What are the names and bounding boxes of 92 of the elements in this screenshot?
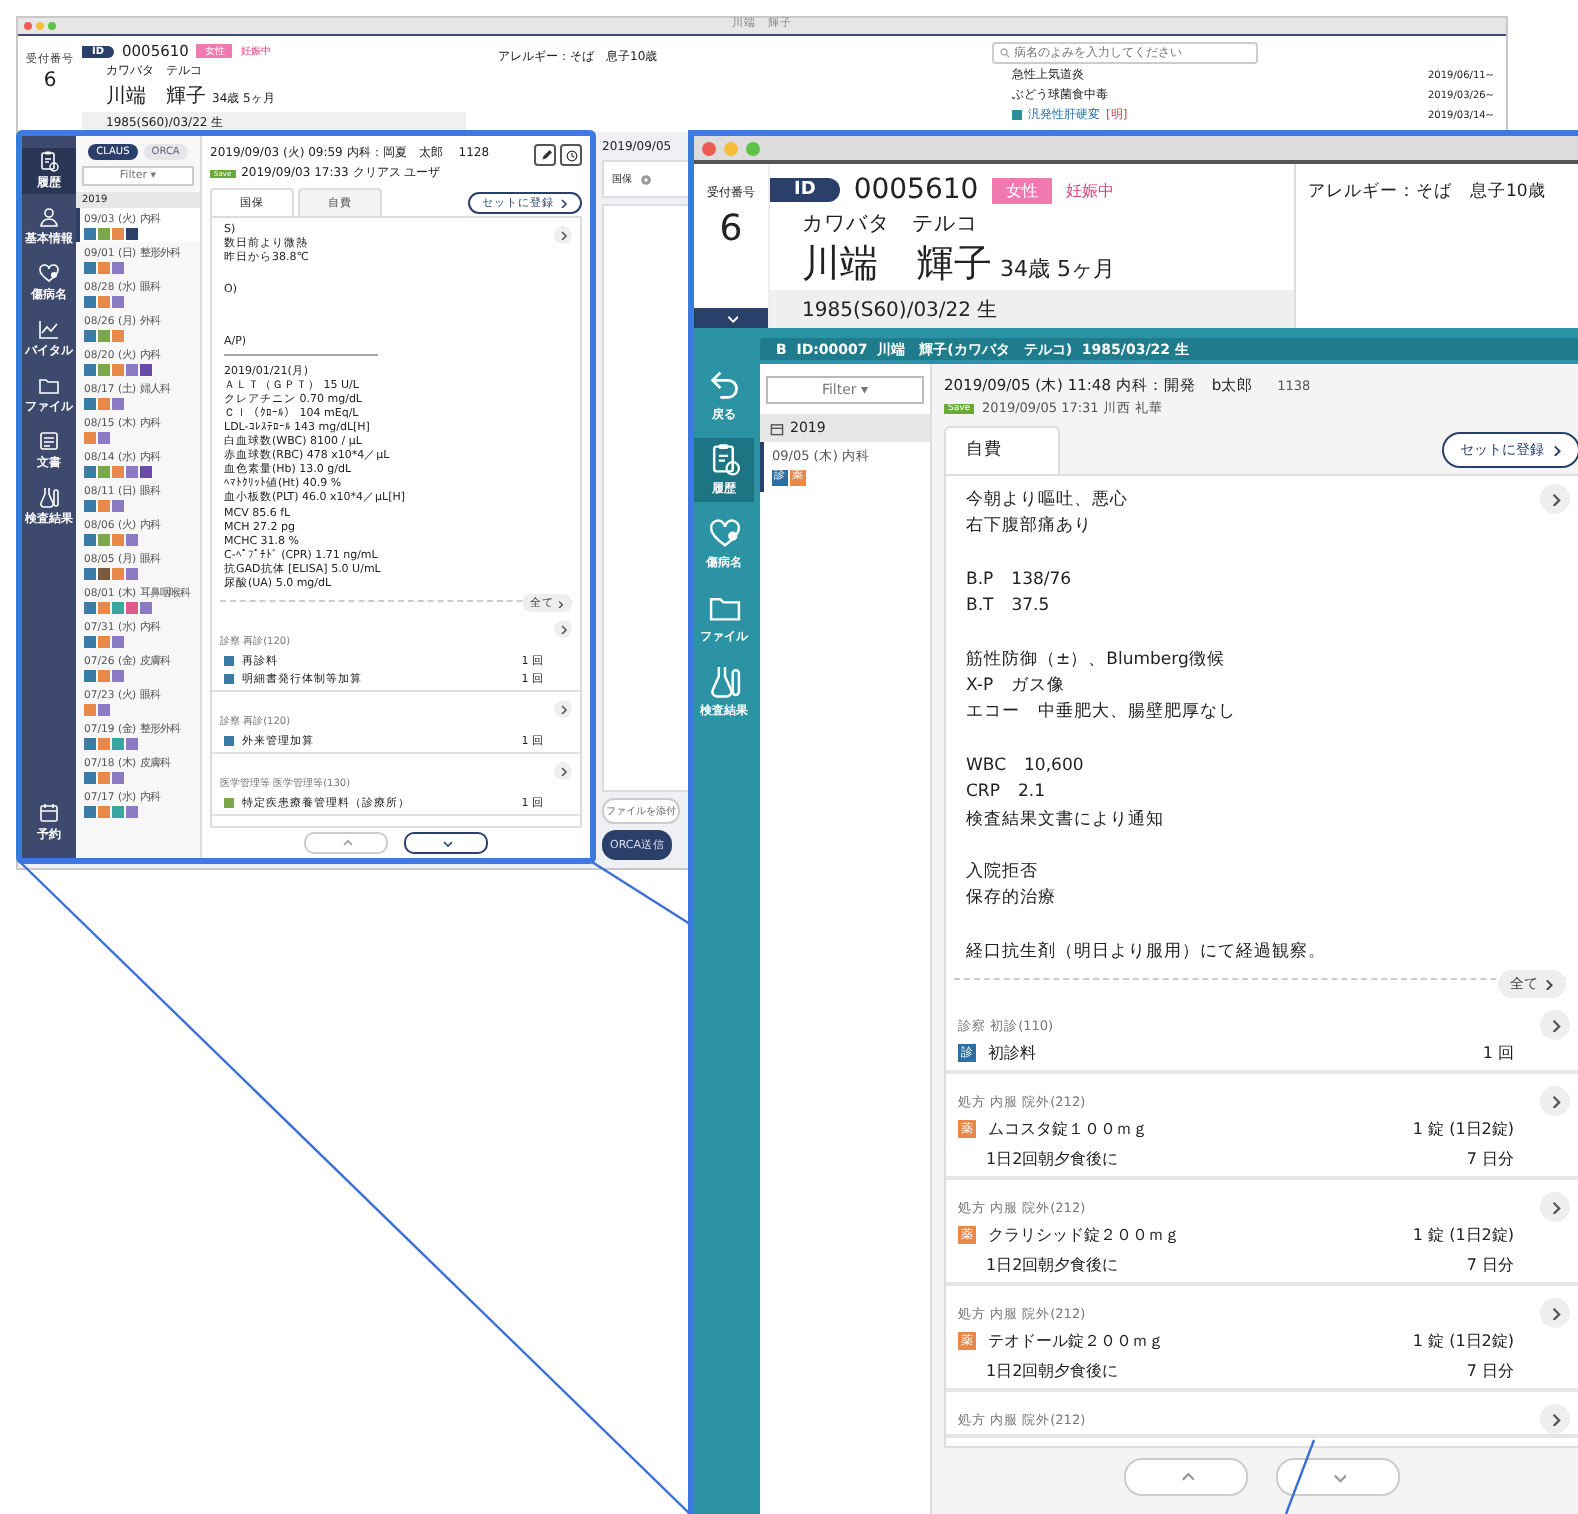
gear-icon [640,173,652,185]
note-line: 保存的治療 [966,886,1056,913]
clipboard-icon [707,442,741,476]
flask-icon [707,664,741,698]
status-text: 妊娠中 [1066,179,1115,201]
patient-name: 川端 輝子 [802,240,992,290]
folder-icon [38,374,60,396]
chevron-down-icon [1331,1470,1345,1484]
chevron-right-icon [558,704,568,715]
birth-date: 1985(S60)/03/22 生 [770,290,1294,330]
order-name: テオドール錠２００ｍｇ [988,1330,1164,1353]
heart-icon [707,516,741,550]
chevron-right-icon [558,624,568,635]
note-line: CRP 2.1 [966,780,1045,807]
order-name: ムコスタ錠１００ｍｇ [988,1118,1148,1141]
note-line: B.T 37.5 [966,594,1050,621]
usage-text: 1日2回朝夕食後に [986,1254,1119,1277]
pencil-icon [539,149,551,161]
reception-number: 6 [719,208,743,250]
clock-icon [565,149,577,161]
flask-icon [38,486,60,508]
chevron-right-icon [1548,1200,1562,1215]
calendar-icon [38,802,60,824]
note-line: 右下腹部痛あり [966,514,1092,541]
chevron-up-icon [341,838,351,848]
chevron-right-icon [556,599,564,608]
usage-text: 1日2回朝夕食後に [986,1360,1119,1383]
expand-button[interactable] [1540,1404,1570,1435]
note-line: B.P 138/76 [966,567,1072,594]
line-chart-icon [38,318,60,340]
chevron-right-icon [1548,1094,1562,1109]
chevron-right-icon [1548,1306,1562,1321]
chevron-right-icon [1548,492,1562,506]
usage-days: 7 日分 [1466,1254,1514,1277]
patient-name: 川端 輝子 [106,83,206,110]
allergy-text: アレルギー：そば 息子10歳 [1308,182,1546,202]
note-line: 入院拒否 [966,860,1038,887]
expand-button[interactable] [554,700,572,719]
expand-button[interactable] [554,762,572,781]
close-icon[interactable] [24,22,32,30]
chevron-up-icon [1179,1470,1193,1484]
order-name: 初診料 [988,1042,1036,1065]
chevron-down-icon [441,838,451,848]
calendar-icon [770,421,784,435]
note-line: WBC 10,600 [966,753,1084,780]
chevron-right-icon [1542,978,1554,991]
chevron-right-icon [558,766,568,777]
note-line: X-P ガス像 [966,674,1066,701]
reception-number: 6 [43,70,57,92]
next-button[interactable] [404,832,488,854]
order-quantity: 1 錠 (1日2錠) [1412,1224,1514,1247]
note-line: 今朝より嘔吐、悪心 [966,488,1128,514]
expand-button[interactable] [1540,1010,1570,1041]
order-quantity: 1 錠 (1日2錠) [1412,1118,1514,1141]
edit-button[interactable] [534,144,556,166]
chevron-right-icon [1548,1018,1562,1033]
sex-badge: 女性 [992,177,1053,203]
expand-button[interactable] [1540,484,1570,514]
expand-button[interactable] [554,620,572,639]
chevron-down-icon [725,312,737,324]
patient-age: 34歳 5ヶ月 [1000,254,1115,284]
heart-icon [38,262,60,284]
note-line: 経口抗生剤（明日より服用）にて経過観察。 [966,940,1326,967]
order-name: クラリシッド錠２００ｍｇ [988,1224,1180,1247]
usage-days: 7 日分 [1466,1360,1514,1383]
expand-button[interactable] [1540,1086,1570,1117]
expand-button[interactable] [554,226,572,244]
note-line: 筋性防御（±）、Blumberg徴候 [966,647,1225,674]
chevron-right-icon [1550,444,1562,456]
document-icon [38,430,60,452]
history-button[interactable] [560,144,582,166]
back-arrow-icon [707,368,741,402]
patient-kana: カワバタ テルコ [800,210,980,238]
tab[interactable]: 自費 [944,426,1060,474]
search-icon [1000,48,1010,58]
patient-id: 0005610 [853,174,979,206]
order-quantity: 1 錠 (1日2錠) [1412,1330,1514,1353]
leader-line [1284,1439,1316,1514]
order-quantity: 1 回 [1482,1042,1514,1065]
expand-button[interactable] [1540,1298,1570,1329]
collapse-button[interactable] [694,308,768,328]
note-line: エコー 中垂肥大、腸壁肥厚なし [966,700,1236,727]
chevron-right-icon [558,197,568,207]
person-icon [38,206,60,228]
clipboard-icon [38,150,60,172]
chevron-right-icon [558,230,568,240]
usage-text: 1日2回朝夕食後に [986,1148,1119,1171]
note-line: 検査結果文書により通知 [966,807,1164,834]
usage-days: 7 日分 [1466,1148,1514,1171]
expand-button[interactable] [1540,1192,1570,1223]
id-badge: ID [770,178,840,202]
chevron-right-icon [1548,1412,1562,1427]
